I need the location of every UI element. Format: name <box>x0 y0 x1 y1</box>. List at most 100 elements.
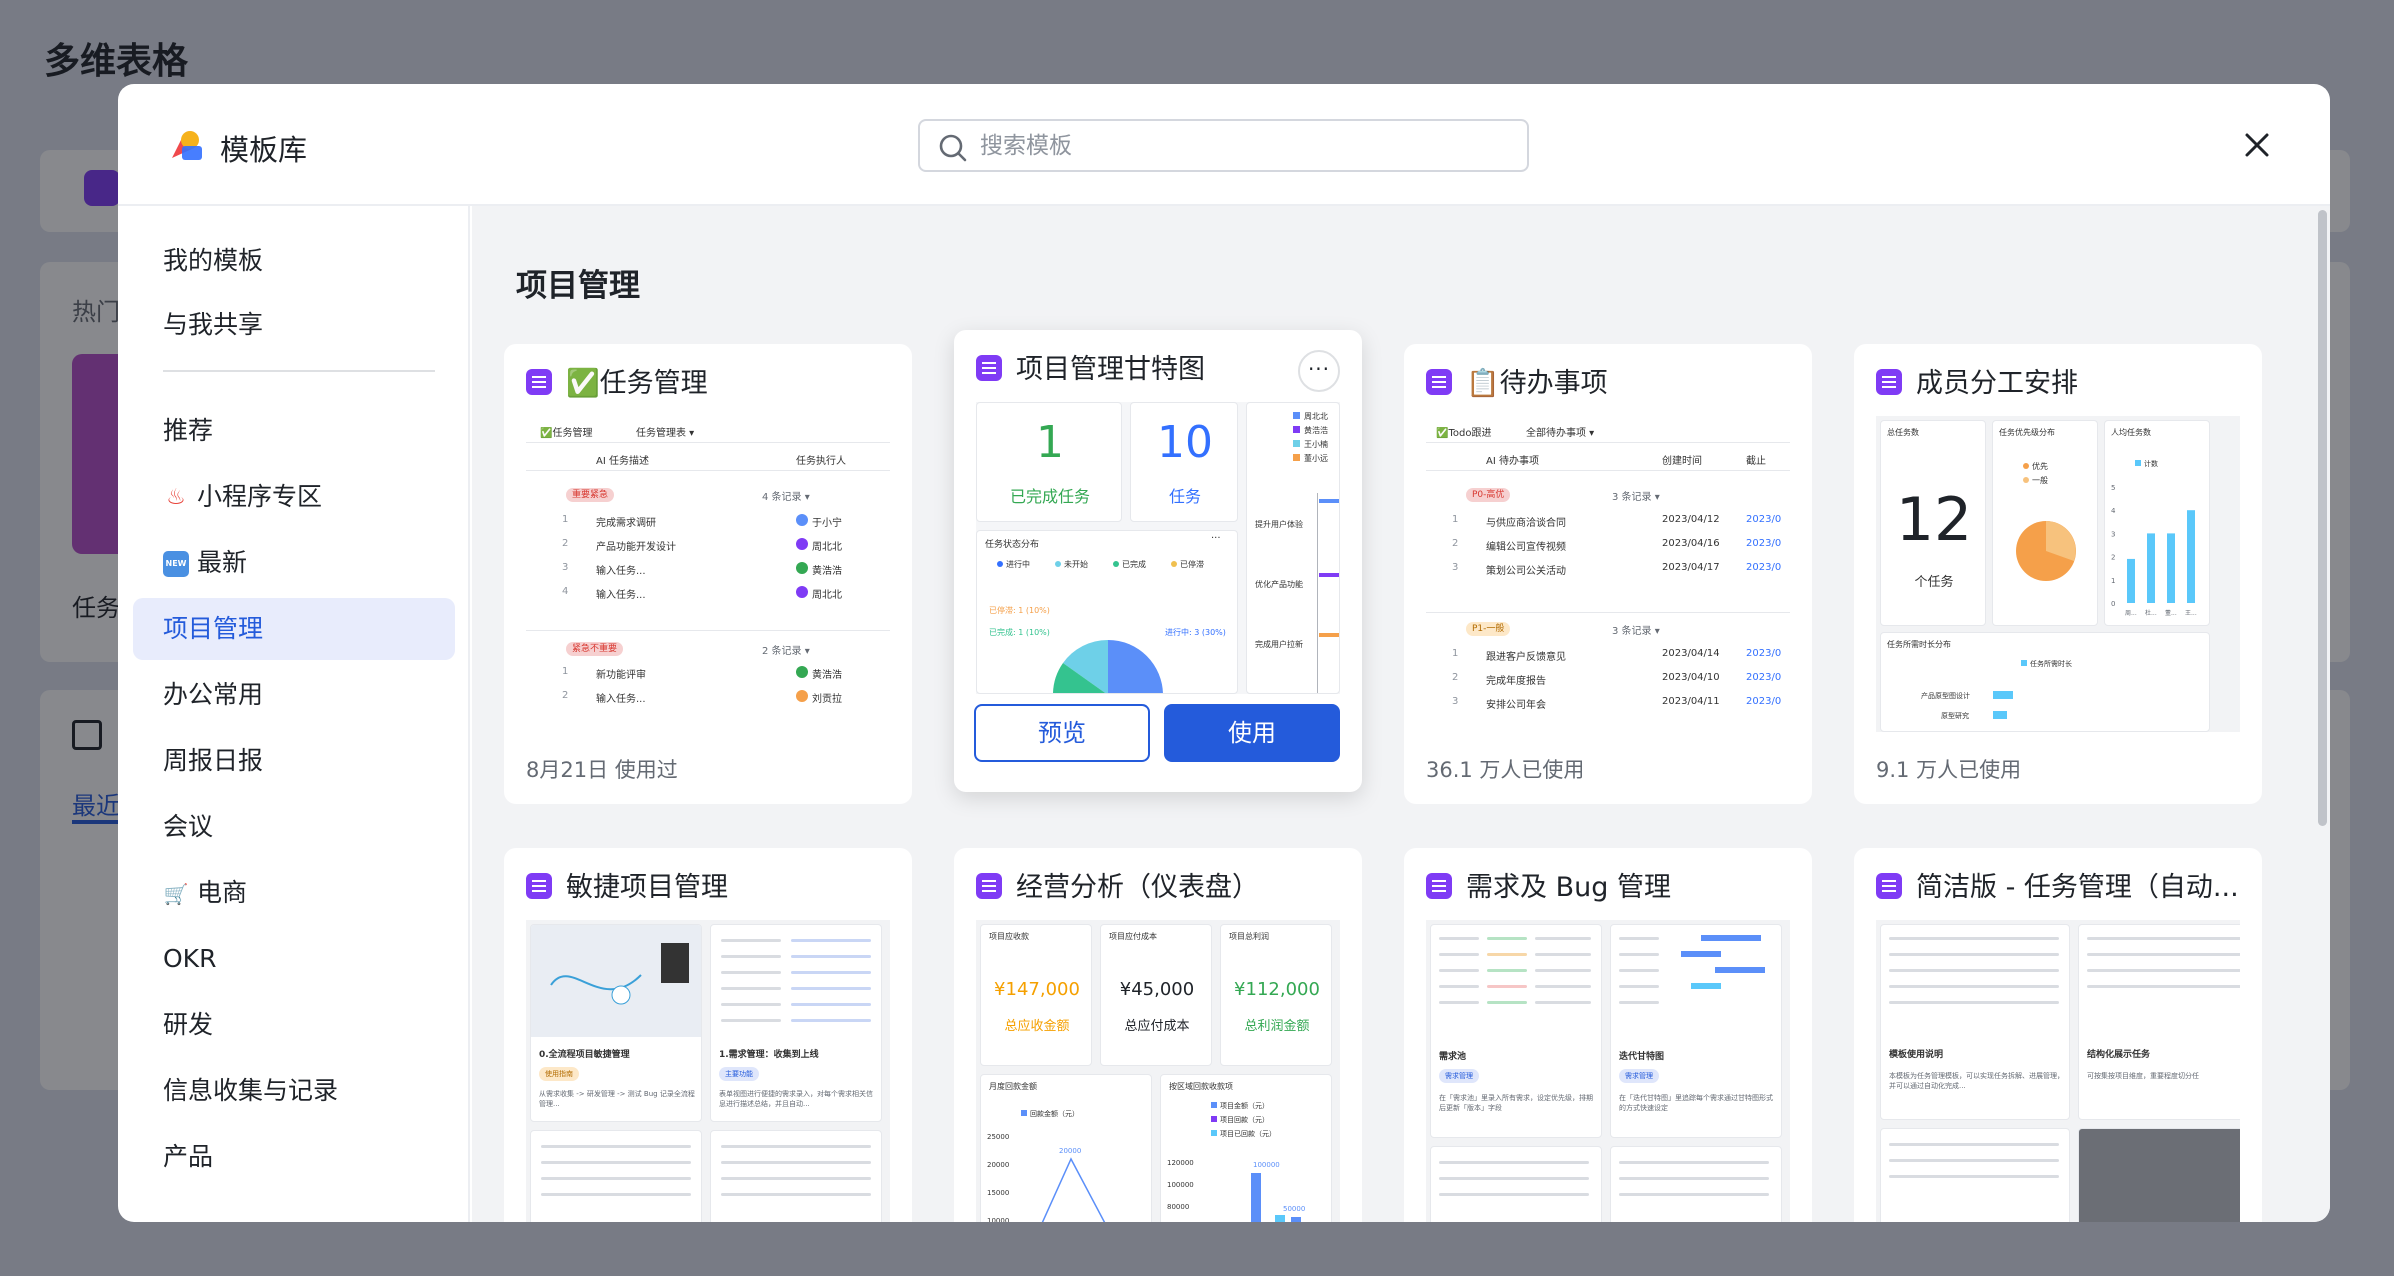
thumb-count: 3 条记录 ▾ <box>1612 626 1660 637</box>
row-due: 2023/0 <box>1746 696 1782 707</box>
sidebar-item-label: 信息收集与记录 <box>163 1076 339 1105</box>
bar-x-label: 周... <box>2125 610 2137 617</box>
bar-tick-label: 1 <box>2111 577 2115 585</box>
pie-label: 已停滞: 1 (10%) <box>989 606 1050 615</box>
template-card-agile[interactable]: 敏捷项目管理 0.全流程项目敏捷管理 使用指南 从需求收集 -> 研发管理 ->… <box>504 848 912 1222</box>
sidebar-item-project-management[interactable]: 项目管理 <box>133 598 455 660</box>
search-icon <box>939 134 967 162</box>
thumb-count: 2 条记录 ▾ <box>762 646 810 657</box>
simple-panel-c <box>1880 1128 2070 1222</box>
row-text: 跟进客户反馈意见 <box>1486 652 1566 663</box>
template-card-requirement-bug[interactable]: 需求及 Bug 管理 需求池 需求管理 在「需求池」里录入所有需求，设定优先级，… <box>1404 848 1812 1222</box>
row-person: 黄浩浩 <box>812 566 842 577</box>
bar-tick-label: 2 <box>2111 554 2115 562</box>
sidebar-item-mini-program[interactable]: ♨ 小程序专区 <box>133 466 455 528</box>
template-card-todo[interactable]: 📋待办事项 ✅Todo跟进 全部待办事项 ▾ AI 待办事项 创建时间 截止 P… <box>1404 344 1812 804</box>
template-search-box[interactable] <box>918 119 1529 172</box>
more-options-button[interactable]: ··· <box>1298 350 1340 392</box>
use-template-button[interactable]: 使用 <box>1164 704 1340 762</box>
total-tasks-panel: 10 任务 <box>1130 402 1238 522</box>
sidebar-item-label: 周报日报 <box>163 746 264 775</box>
search-input[interactable] <box>980 129 1510 163</box>
sidebar-item-shared-with-me[interactable]: 与我共享 <box>133 294 455 356</box>
sidebar-item-recommended[interactable]: 推荐 <box>133 400 455 462</box>
panel-title: 任务所需时长分布 <box>1887 640 1951 649</box>
member-bar <box>2167 533 2175 603</box>
template-card-business-analysis[interactable]: 经营分析（仪表盘） 项目应收款 ¥147,000 总应收金额 项目应付成本 ¥4… <box>954 848 1362 1222</box>
row-num: 1 <box>1452 514 1459 525</box>
sidebar-item-office[interactable]: 办公常用 <box>133 664 455 726</box>
agile-panel-title: 0.全流程项目敏捷管理 <box>539 1050 630 1060</box>
legend-item: 王小楠 <box>1293 439 1328 450</box>
agile-panel-d <box>710 1130 882 1222</box>
card-thumbnail: 0.全流程项目敏捷管理 使用指南 从需求收集 -> 研发管理 -> 测试 Bug… <box>526 920 890 1222</box>
task-count: 10 <box>1157 417 1213 468</box>
monthly-collection-chart: 月度回款金额 回款金额（元） 25000 20000 15000 10000 5… <box>980 1074 1152 1222</box>
card-thumbnail: ✅任务管理 任务管理表 ▾ AI 任务描述 任务执行人 重要紧急 4 条记录 ▾… <box>526 416 890 732</box>
kpi-cost: 项目应付成本 ¥45,000 总应付成本 <box>1100 924 1212 1066</box>
thumb-tab: 全部待办事项 ▾ <box>1526 428 1595 439</box>
card-thumbnail: 项目应收款 ¥147,000 总应收金额 项目应付成本 ¥45,000 总应付成… <box>976 920 1340 1222</box>
modal-header: 模板库 <box>118 84 2330 206</box>
preview-button[interactable]: 预览 <box>974 704 1150 762</box>
agile-panel-c <box>530 1130 702 1222</box>
template-card-gantt[interactable]: 项目管理甘特图 ··· 1 已完成任务 10 任务 周北北 黄浩浩 王小楠 董小… <box>954 330 1362 792</box>
bar-tick-label: 4 <box>2111 507 2116 515</box>
sidebar-item-ecommerce[interactable]: 🛒 电商 <box>133 862 455 924</box>
sidebar-item-okr[interactable]: OKR <box>133 928 455 990</box>
sidebar-item-my-templates[interactable]: 我的模板 <box>133 230 455 292</box>
sidebar-item-label: 产品 <box>163 1142 214 1171</box>
row-due: 2023/0 <box>1746 562 1782 573</box>
card-title: 敏捷项目管理 <box>526 870 728 906</box>
priority-panel: 任务优先级分布 优先 一般 <box>1992 420 2098 626</box>
simple-panel-a: 模板使用说明 本模板为任务管理模板，可以实现任务拆解、进展管理，并可以通过自动化… <box>1880 924 2070 1120</box>
row-num: 3 <box>1452 562 1459 573</box>
member-bar <box>2147 533 2155 603</box>
table-icon <box>526 368 552 395</box>
row-text: 策划公司公关活动 <box>1486 566 1566 577</box>
table-icon <box>976 354 1002 381</box>
content-scrollbar[interactable] <box>2318 210 2327 826</box>
sidebar-item-label: 会议 <box>163 812 214 841</box>
row-text: 编辑公司宣传视频 <box>1486 542 1566 553</box>
sidebar-item-label: OKR <box>163 944 217 973</box>
thumb-col: 任务执行人 <box>796 456 846 467</box>
done-tasks-panel: 1 已完成任务 <box>976 402 1122 522</box>
tick-label: 10000 <box>987 1217 1010 1222</box>
bar-x-label: 王... <box>2185 610 2197 617</box>
row-person: 黄浩浩 <box>812 670 842 681</box>
bar-tick-label: 0 <box>2111 600 2115 608</box>
card-thumbnail: 总任务数 12 个任务 任务优先级分布 优先 一般 人均任务数 计数 5 4 3… <box>1876 416 2240 732</box>
card-footer: 36.1 万人已使用 <box>1426 758 1585 782</box>
template-card-task-management[interactable]: ✅任务管理 ✅任务管理 任务管理表 ▾ AI 任务描述 任务执行人 重要紧急 4… <box>504 344 912 804</box>
thumb-tab: ✅任务管理 <box>540 428 593 439</box>
big-number-label: 个任务 <box>1914 575 1954 590</box>
card-footer: 9.1 万人已使用 <box>1876 758 2022 782</box>
card-title: 简洁版 - 任务管理（自动... <box>1876 870 2239 906</box>
sidebar-item-info-collection[interactable]: 信息收集与记录 <box>133 1060 455 1122</box>
sidebar-item-label: 与我共享 <box>163 310 264 339</box>
panel-title: 总任务数 <box>1887 428 1919 437</box>
template-card-simple-task[interactable]: 简洁版 - 任务管理（自动... 模板使用说明 本模板为任务管理模板，可以实现任… <box>1854 848 2262 1222</box>
sidebar-item-label: 电商 <box>197 878 248 907</box>
sidebar-item-newest[interactable]: NEW 最新 <box>133 532 455 594</box>
close-icon[interactable] <box>2238 126 2276 164</box>
bar-tick-label: 5 <box>2111 484 2115 492</box>
bug-panel-a: 需求池 需求管理 在「需求池」里录入所有需求，设定优先级，排期后更新「版本」字段 <box>1430 924 1602 1138</box>
sidebar-item-meeting[interactable]: 会议 <box>133 796 455 858</box>
thumb-group-tag: P1-一般 <box>1466 622 1511 636</box>
sidebar-item-product[interactable]: 产品 <box>133 1126 455 1188</box>
kpi-label: 总利润金额 <box>1244 1019 1310 1034</box>
row-text: 完成年度报告 <box>1486 676 1546 687</box>
sidebar-item-rnd[interactable]: 研发 <box>133 994 455 1056</box>
template-card-member-assignment[interactable]: 成员分工安排 总任务数 12 个任务 任务优先级分布 优先 一般 人均任务数 计… <box>1854 344 2262 804</box>
row-num: 1 <box>562 514 569 525</box>
tick-label: 15000 <box>987 1189 1010 1197</box>
agile-panel-title: 1.需求管理：收集到上线 <box>719 1050 819 1060</box>
chart-title: 月度回款金额 <box>989 1082 1037 1091</box>
row-person: 于小宁 <box>812 518 842 529</box>
sidebar-item-reports[interactable]: 周报日报 <box>133 730 455 792</box>
row-date: 2023/04/16 <box>1662 538 1720 549</box>
priority-pie <box>2016 521 2076 581</box>
simple-panel-title: 模板使用说明 <box>1889 1050 1944 1060</box>
